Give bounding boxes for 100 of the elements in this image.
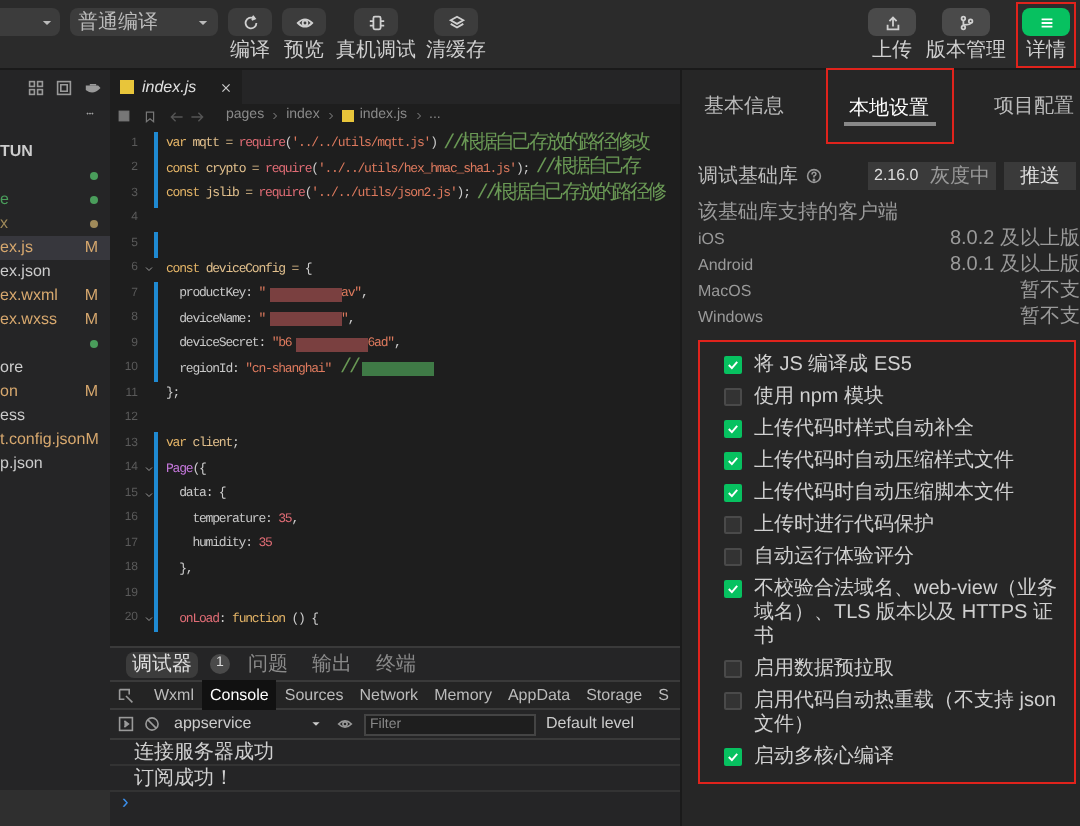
debugger-tab[interactable]: 调试器 bbox=[126, 651, 198, 677]
tool-label: 真机调试 bbox=[336, 40, 416, 64]
caret-icon bbox=[310, 718, 322, 730]
checkbox[interactable] bbox=[724, 580, 742, 598]
tool-label: 编译 bbox=[230, 40, 270, 64]
checkbox[interactable] bbox=[724, 516, 742, 534]
eye-icon bbox=[295, 13, 313, 31]
tool-label: 清缓存 bbox=[426, 40, 486, 64]
context-dropdown[interactable]: appservice bbox=[170, 712, 326, 736]
checkbox[interactable] bbox=[724, 660, 742, 678]
file-name[interactable]: ex.js bbox=[0, 236, 33, 260]
tool-label: 详情 bbox=[1026, 40, 1066, 64]
phone-debug-icon bbox=[367, 13, 385, 31]
option-label: 将 JS 编译成 ES5 bbox=[754, 354, 912, 378]
checkmark-icon bbox=[726, 358, 740, 372]
device-debug-button[interactable] bbox=[354, 8, 398, 36]
checkbox[interactable] bbox=[724, 692, 742, 710]
code-comment: //根据自己存 bbox=[535, 154, 639, 182]
platform-support: 8.0.1 及以上版 bbox=[949, 252, 1080, 278]
menu-icon bbox=[1037, 13, 1055, 31]
settings-tab[interactable]: 项目配置 bbox=[988, 90, 1080, 122]
preview-button[interactable] bbox=[282, 8, 326, 36]
eye-icon bbox=[336, 716, 354, 732]
file-name[interactable]: p.json bbox=[0, 452, 43, 476]
checkbox[interactable] bbox=[724, 420, 742, 438]
clear-cache-button[interactable] bbox=[434, 8, 478, 36]
devtools-tab[interactable]: Storage bbox=[578, 680, 651, 710]
help-icon bbox=[806, 168, 822, 184]
version-button[interactable] bbox=[942, 8, 990, 36]
git-status-label: M bbox=[84, 236, 98, 260]
option-label: 启动多核心编译 bbox=[754, 746, 894, 770]
devtools-tab[interactable]: Wxml bbox=[146, 680, 202, 710]
version-dropdown[interactable]: 2.16.0 灰度中 bbox=[868, 162, 996, 190]
checkbox[interactable] bbox=[724, 748, 742, 766]
caret-icon bbox=[196, 15, 210, 29]
branch-icon bbox=[957, 13, 975, 31]
option-label: 上传代码时样式自动补全 bbox=[754, 418, 974, 442]
setting-label: 调试基础库 bbox=[698, 163, 798, 191]
file-name[interactable]: ex.wxml bbox=[0, 284, 58, 308]
git-status-label: M bbox=[84, 284, 98, 308]
checkbox[interactable] bbox=[724, 452, 742, 470]
devtools-tab[interactable]: Network bbox=[351, 680, 427, 710]
file-name[interactable]: ore bbox=[0, 356, 24, 380]
upload-button[interactable] bbox=[868, 8, 916, 36]
layers-icon bbox=[447, 13, 465, 31]
checkbox[interactable] bbox=[724, 484, 742, 502]
checkmark-icon bbox=[726, 422, 740, 436]
git-status-label: M bbox=[84, 380, 98, 404]
platform-name: Windows bbox=[698, 305, 763, 329]
checkmark-icon bbox=[726, 454, 740, 468]
sidebar-toggle-icon bbox=[118, 716, 134, 732]
tool-label: 上传 bbox=[872, 40, 912, 64]
compile-button[interactable] bbox=[228, 8, 272, 36]
code-comment: //根据自己存放的路径修改 bbox=[443, 129, 649, 156]
option-label: 使用 npm 模块 bbox=[754, 386, 885, 410]
option-label: 上传代码时自动压缩样式文件 bbox=[754, 450, 1014, 474]
js-file-icon bbox=[341, 110, 354, 122]
debugger-tab[interactable]: 输出 bbox=[306, 651, 358, 677]
console-message: 订阅成功！ bbox=[110, 766, 680, 792]
debugger-tab[interactable]: 问题 bbox=[242, 651, 294, 677]
code-comment: //根据自己存放的路径修 bbox=[476, 179, 665, 210]
file-name[interactable]: e bbox=[0, 188, 9, 212]
file-name[interactable]: t.config.json bbox=[0, 428, 86, 452]
file-tab[interactable]: index.js bbox=[110, 70, 243, 104]
caret-icon bbox=[40, 15, 54, 29]
devtools-tab[interactable]: Sources bbox=[276, 680, 352, 710]
console-prompt[interactable]: › bbox=[110, 792, 680, 816]
devtools-tab[interactable]: Memory bbox=[426, 680, 500, 710]
option-label: 上传时进行代码保护 bbox=[754, 514, 934, 538]
level-dropdown[interactable]: Default level bbox=[546, 712, 635, 736]
grid-icon bbox=[28, 79, 44, 95]
upload-icon bbox=[883, 13, 901, 31]
devtools-tab[interactable]: AppData bbox=[499, 680, 579, 710]
tab-label: index.js bbox=[142, 75, 197, 99]
js-file-icon bbox=[120, 80, 134, 94]
refresh-icon bbox=[241, 13, 259, 31]
checkbox[interactable] bbox=[724, 548, 742, 566]
redaction-block bbox=[269, 287, 342, 302]
settings-tab[interactable]: 本地设置 bbox=[843, 94, 935, 126]
checkmark-icon bbox=[726, 750, 740, 764]
push-button[interactable]: 推送 bbox=[1004, 162, 1076, 190]
devtools-tab[interactable]: Console bbox=[202, 680, 277, 710]
checkbox[interactable] bbox=[724, 356, 742, 374]
file-name[interactable]: ess bbox=[0, 404, 25, 428]
debugger-tab[interactable]: 终端 bbox=[370, 651, 422, 677]
file-name[interactable]: x bbox=[0, 212, 8, 236]
clear-console-icon bbox=[144, 716, 160, 732]
file-name[interactable]: ex.json bbox=[0, 260, 51, 284]
devtools-tab[interactable]: S bbox=[650, 680, 677, 710]
close-icon bbox=[220, 81, 233, 93]
platform-support: 8.0.2 及以上版 bbox=[949, 226, 1080, 252]
file-name[interactable]: on bbox=[0, 380, 18, 404]
settings-tab[interactable]: 基本信息 bbox=[698, 90, 790, 122]
bookmark-icon bbox=[144, 109, 156, 123]
file-name[interactable]: ex.wxss bbox=[0, 308, 57, 332]
details-button[interactable] bbox=[1022, 8, 1070, 36]
platform-support: 暂不支 bbox=[1020, 304, 1080, 330]
compile-mode-dropdown[interactable]: 普通编译 bbox=[70, 8, 218, 36]
checkbox[interactable] bbox=[724, 388, 742, 406]
checkmark-icon bbox=[726, 582, 740, 596]
